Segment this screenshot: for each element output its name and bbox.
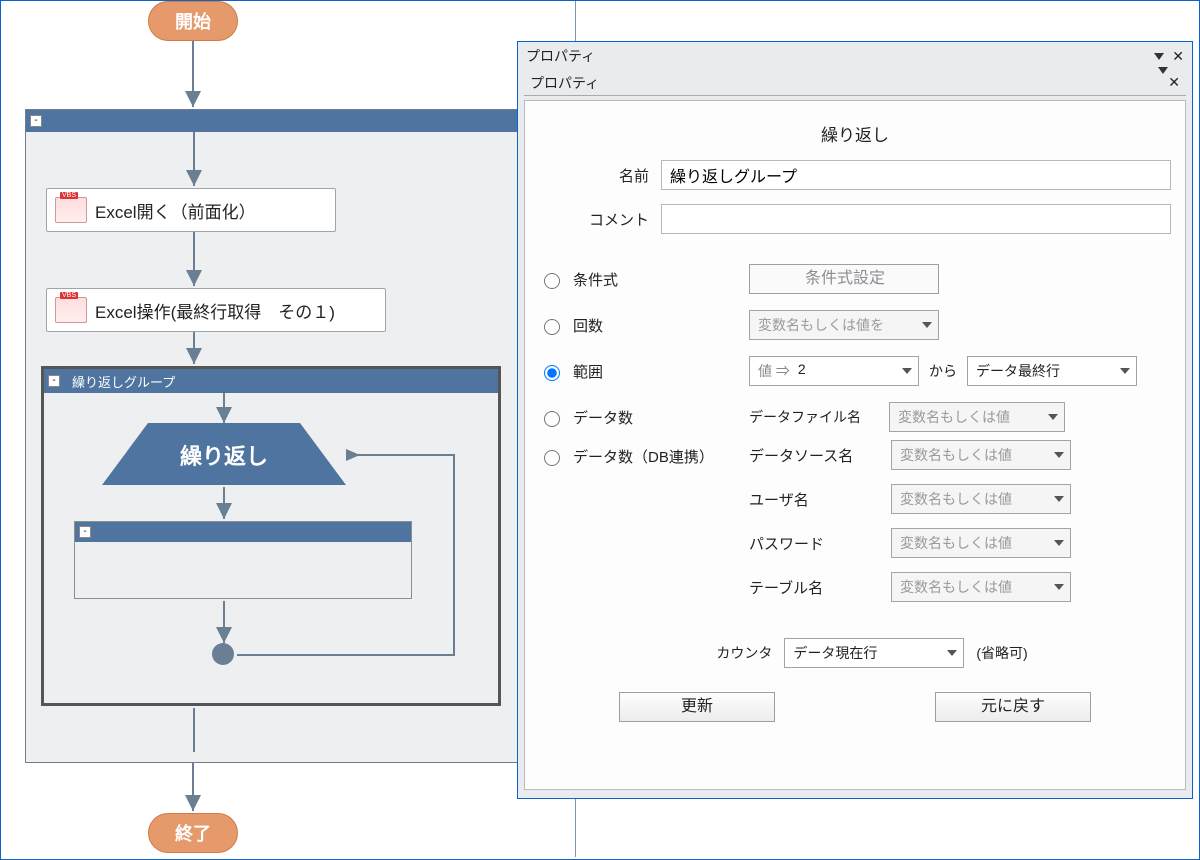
chevron-down-icon [1054, 540, 1064, 546]
radio-datadb-input[interactable] [544, 450, 560, 466]
update-button[interactable]: 更新 [619, 692, 775, 722]
datafile-label: データファイル名 [749, 407, 879, 427]
chevron-down-icon [947, 650, 957, 656]
condition-settings-button[interactable]: 条件式設定 [749, 264, 939, 294]
chevron-down-icon [1054, 496, 1064, 502]
outer-group[interactable]: - Excel開く（前面化） Excel操作(最終 [25, 109, 535, 763]
range-from-prefix: 値 ⇒ [758, 361, 790, 381]
end-node[interactable]: 終了 [148, 813, 238, 853]
dbtable-label: テーブル名 [749, 577, 879, 598]
dbsource-label: データソース名 [749, 445, 879, 466]
flowchart-canvas[interactable]: 開始 終了 - Excel開く [1, 1, 576, 857]
chevron-down-icon [1048, 414, 1058, 420]
counter-row: カウンタ データ現在行 (省略可) [539, 638, 1171, 668]
datafile-combo[interactable]: 変数名もしくは値 [889, 402, 1065, 432]
range-from-value: 2 [798, 361, 806, 381]
close-icon[interactable]: ✕ [1172, 48, 1184, 65]
counter-label: カウンタ [682, 643, 772, 663]
collapse-icon[interactable]: - [79, 526, 91, 538]
mode-count: 回数 変数名もしくは値を [539, 302, 1171, 348]
panel-body: 繰り返し 名前 コメント 条件式 条件式設定 [524, 100, 1186, 790]
panel-outer-header[interactable]: プロパティ ✕ [518, 42, 1192, 70]
mode-datacount: データ数 データファイル名 変数名もしくは値 [539, 394, 1171, 440]
radio-condition-input[interactable] [544, 273, 560, 289]
loop-endpoint [212, 643, 234, 665]
counter-hint: (省略可) [976, 643, 1027, 663]
range-from-combo[interactable]: 値 ⇒ 2 [749, 356, 919, 386]
loop-shape[interactable]: 繰り返し [102, 423, 346, 485]
range-to-value: データ最終行 [976, 361, 1060, 381]
loop-shape-label: 繰り返し [180, 444, 268, 469]
vbs-icon [55, 197, 87, 223]
chevron-down-icon [902, 368, 912, 374]
counter-combo[interactable]: データ現在行 [784, 638, 964, 668]
radio-condition[interactable]: 条件式 [539, 269, 739, 290]
radio-datacount-label: データ数 [573, 407, 633, 428]
loop-group-header[interactable]: - 繰り返しグループ [44, 369, 498, 393]
outer-group-header[interactable]: - [26, 110, 534, 132]
revert-button[interactable]: 元に戻す [935, 692, 1091, 722]
chevron-down-icon [1120, 368, 1130, 374]
loop-body-header[interactable]: - [75, 522, 411, 542]
pin-icon[interactable] [1154, 53, 1164, 60]
collapse-icon[interactable]: - [48, 375, 60, 387]
radio-condition-label: 条件式 [573, 269, 618, 290]
dbuser-combo[interactable]: 変数名もしくは値 [891, 484, 1071, 514]
close-icon[interactable]: ✕ [1168, 74, 1180, 90]
end-label: 終了 [175, 824, 211, 844]
datafile-placeholder: 変数名もしくは値 [898, 407, 1010, 427]
chevron-down-icon [1054, 452, 1064, 458]
row-name: 名前 [539, 160, 1171, 190]
pin-icon[interactable] [1158, 67, 1168, 90]
start-label: 開始 [175, 12, 211, 32]
row-comment: コメント [539, 204, 1171, 234]
vbs-icon [55, 297, 87, 323]
dbpass-combo[interactable]: 変数名もしくは値 [891, 528, 1071, 558]
counter-value: データ現在行 [793, 643, 877, 663]
loop-group[interactable]: - 繰り返しグループ [41, 366, 501, 706]
name-input[interactable] [661, 160, 1171, 190]
start-node[interactable]: 開始 [148, 1, 238, 41]
chevron-down-icon [1054, 584, 1064, 590]
dbuser-label: ユーザ名 [749, 489, 879, 510]
panel-inner-header[interactable]: プロパティ ✕ [524, 70, 1186, 96]
radio-datacount[interactable]: データ数 [539, 407, 739, 428]
radio-count[interactable]: 回数 [539, 315, 739, 336]
radio-range-input[interactable] [544, 365, 560, 381]
radio-range[interactable]: 範囲 [539, 361, 739, 382]
radio-range-label: 範囲 [573, 361, 603, 382]
step-label: Excel開く（前面化） [95, 198, 256, 223]
mode-datadb: データ数（DB連携） データソース名 変数名もしくは値 ユーザ名 変数名もしくは… [539, 440, 1171, 602]
radio-count-input[interactable] [544, 319, 560, 335]
step-label: Excel操作(最終行取得 その１) [95, 298, 335, 323]
collapse-icon[interactable]: - [30, 115, 42, 127]
dbtable-combo[interactable]: 変数名もしくは値 [891, 572, 1071, 602]
comment-input[interactable] [661, 204, 1171, 234]
step-excel-open[interactable]: Excel開く（前面化） [46, 188, 336, 232]
step-excel-lastrow[interactable]: Excel操作(最終行取得 その１) [46, 288, 386, 332]
radio-datadb-label: データ数（DB連携） [573, 446, 714, 467]
name-label: 名前 [539, 165, 649, 186]
count-combo[interactable]: 変数名もしくは値を [749, 310, 939, 340]
loop-body-box[interactable]: - [74, 521, 412, 599]
mode-condition: 条件式 条件式設定 [539, 256, 1171, 302]
range-between: から [929, 361, 957, 381]
chevron-down-icon [922, 322, 932, 328]
section-title: 繰り返し [539, 111, 1171, 160]
radio-datacount-input[interactable] [544, 411, 560, 427]
radio-datadb[interactable]: データ数（DB連携） [539, 440, 739, 467]
panel-inner-title: プロパティ [530, 73, 599, 93]
radio-count-label: 回数 [573, 315, 603, 336]
panel-outer-title: プロパティ [526, 46, 595, 66]
dbsource-combo[interactable]: 変数名もしくは値 [891, 440, 1071, 470]
comment-label: コメント [539, 209, 649, 230]
mode-range: 範囲 値 ⇒ 2 から データ最終行 [539, 348, 1171, 394]
range-to-combo[interactable]: データ最終行 [967, 356, 1137, 386]
loop-group-title: 繰り返しグループ [72, 372, 175, 391]
dbpass-label: パスワード [749, 533, 879, 554]
property-panel: プロパティ ✕ プロパティ ✕ 繰り返し 名前 コメント [517, 41, 1193, 799]
count-placeholder: 変数名もしくは値を [758, 315, 884, 335]
